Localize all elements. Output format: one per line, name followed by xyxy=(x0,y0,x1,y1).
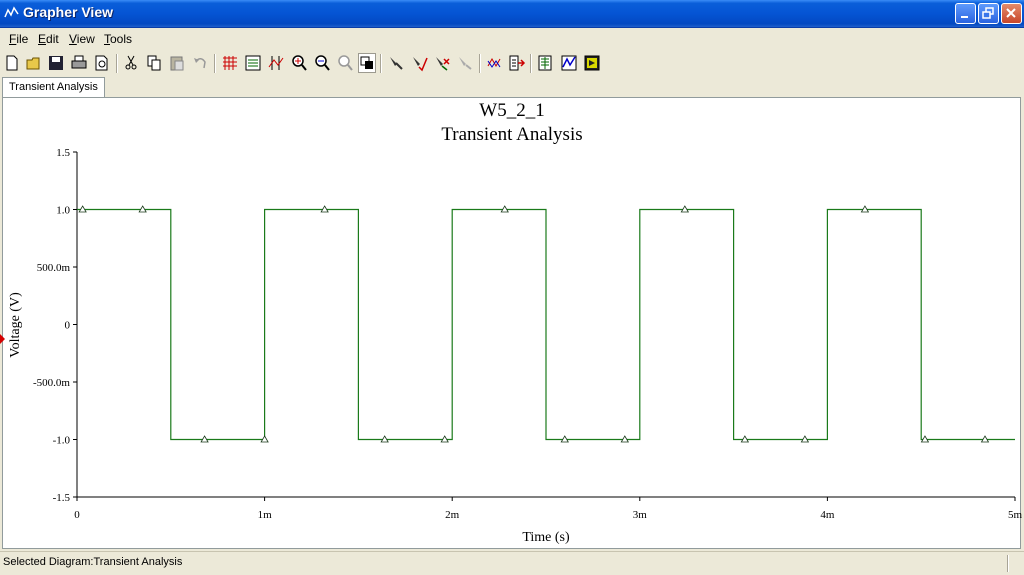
grid-icon[interactable] xyxy=(221,53,239,73)
cut-icon[interactable] xyxy=(122,53,140,73)
status-text: Selected Diagram:Transient Analysis xyxy=(3,556,183,568)
cursors-icon[interactable] xyxy=(267,53,285,73)
paste-icon[interactable] xyxy=(168,53,186,73)
minimize-button[interactable] xyxy=(955,3,976,24)
print-preview-icon[interactable] xyxy=(93,53,111,73)
window-title: Grapher View xyxy=(23,4,114,20)
menu-edit[interactable]: Edit xyxy=(38,32,59,46)
close-icon xyxy=(1006,8,1016,18)
menu-tools[interactable]: Tools xyxy=(104,32,132,46)
restore-icon xyxy=(982,7,994,19)
legend-icon[interactable] xyxy=(244,53,262,73)
grapher-icon xyxy=(4,5,20,21)
reverse-colors-icon[interactable] xyxy=(358,53,376,73)
menu-file[interactable]: File xyxy=(9,32,28,46)
select-trace-icon[interactable] xyxy=(387,53,405,73)
minimize-icon xyxy=(961,16,968,18)
menu-bar: File Edit View Tools xyxy=(0,28,1024,50)
copy-icon[interactable] xyxy=(145,53,163,73)
selection-marker xyxy=(0,334,5,344)
marker-off-icon[interactable] xyxy=(456,53,474,73)
save-icon[interactable] xyxy=(47,53,65,73)
title-bar[interactable]: Grapher View xyxy=(0,0,1024,28)
status-bar: Selected Diagram:Transient Analysis xyxy=(0,551,1024,575)
overlay-traces-icon[interactable] xyxy=(486,53,504,73)
toolbar xyxy=(0,50,1024,78)
remove-marker-icon[interactable] xyxy=(433,53,451,73)
export-excel-icon[interactable] xyxy=(537,53,555,73)
open-icon[interactable] xyxy=(25,53,43,73)
menu-view[interactable]: View xyxy=(69,32,95,46)
new-icon[interactable] xyxy=(3,53,21,73)
zoom-in-icon[interactable] xyxy=(290,53,308,73)
add-marker-icon[interactable] xyxy=(410,53,428,73)
tab-transient-analysis[interactable]: Transient Analysis xyxy=(2,77,105,97)
restore-button[interactable] xyxy=(978,3,999,24)
export-icon[interactable] xyxy=(508,53,526,73)
close-button[interactable] xyxy=(1001,3,1022,24)
labview-icon[interactable] xyxy=(583,53,601,73)
tab-strip: Transient Analysis xyxy=(0,77,1024,98)
print-icon[interactable] xyxy=(70,53,88,73)
export-measurement-icon[interactable] xyxy=(560,53,578,73)
zoom-out-icon[interactable] xyxy=(313,53,331,73)
undo-icon[interactable] xyxy=(191,53,209,73)
plot-panel[interactable] xyxy=(2,97,1021,549)
zoom-full-icon[interactable] xyxy=(336,53,354,73)
